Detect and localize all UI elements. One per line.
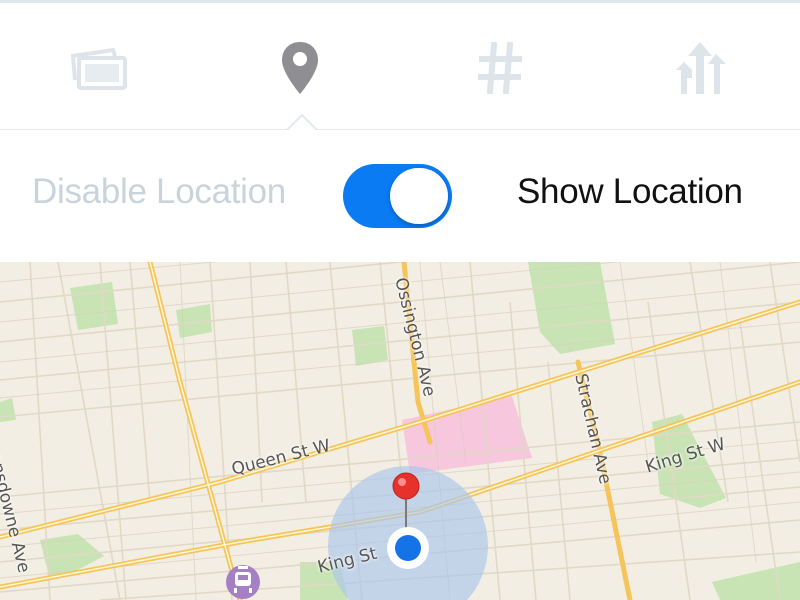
tab-bar bbox=[0, 3, 800, 132]
location-pin-icon bbox=[282, 42, 318, 94]
toggle-knob bbox=[390, 168, 448, 224]
tab-hashtag[interactable] bbox=[465, 33, 535, 103]
location-toggle-row: Disable Location Show Location bbox=[0, 130, 800, 262]
show-location-label: Show Location bbox=[517, 172, 743, 211]
tab-photos[interactable] bbox=[65, 33, 135, 103]
tab-directions[interactable] bbox=[665, 33, 735, 103]
red-pin-icon bbox=[392, 472, 420, 500]
disable-location-label: Disable Location bbox=[32, 172, 286, 211]
photo-stack-icon bbox=[70, 47, 127, 90]
hashtag-icon bbox=[478, 41, 522, 95]
map-view[interactable]: Ossington Ave Queen St W Strachan Ave Ki… bbox=[0, 262, 800, 600]
tab-location[interactable] bbox=[265, 33, 335, 103]
directions-arrows-icon bbox=[676, 42, 726, 94]
location-toggle-switch[interactable] bbox=[343, 164, 452, 228]
